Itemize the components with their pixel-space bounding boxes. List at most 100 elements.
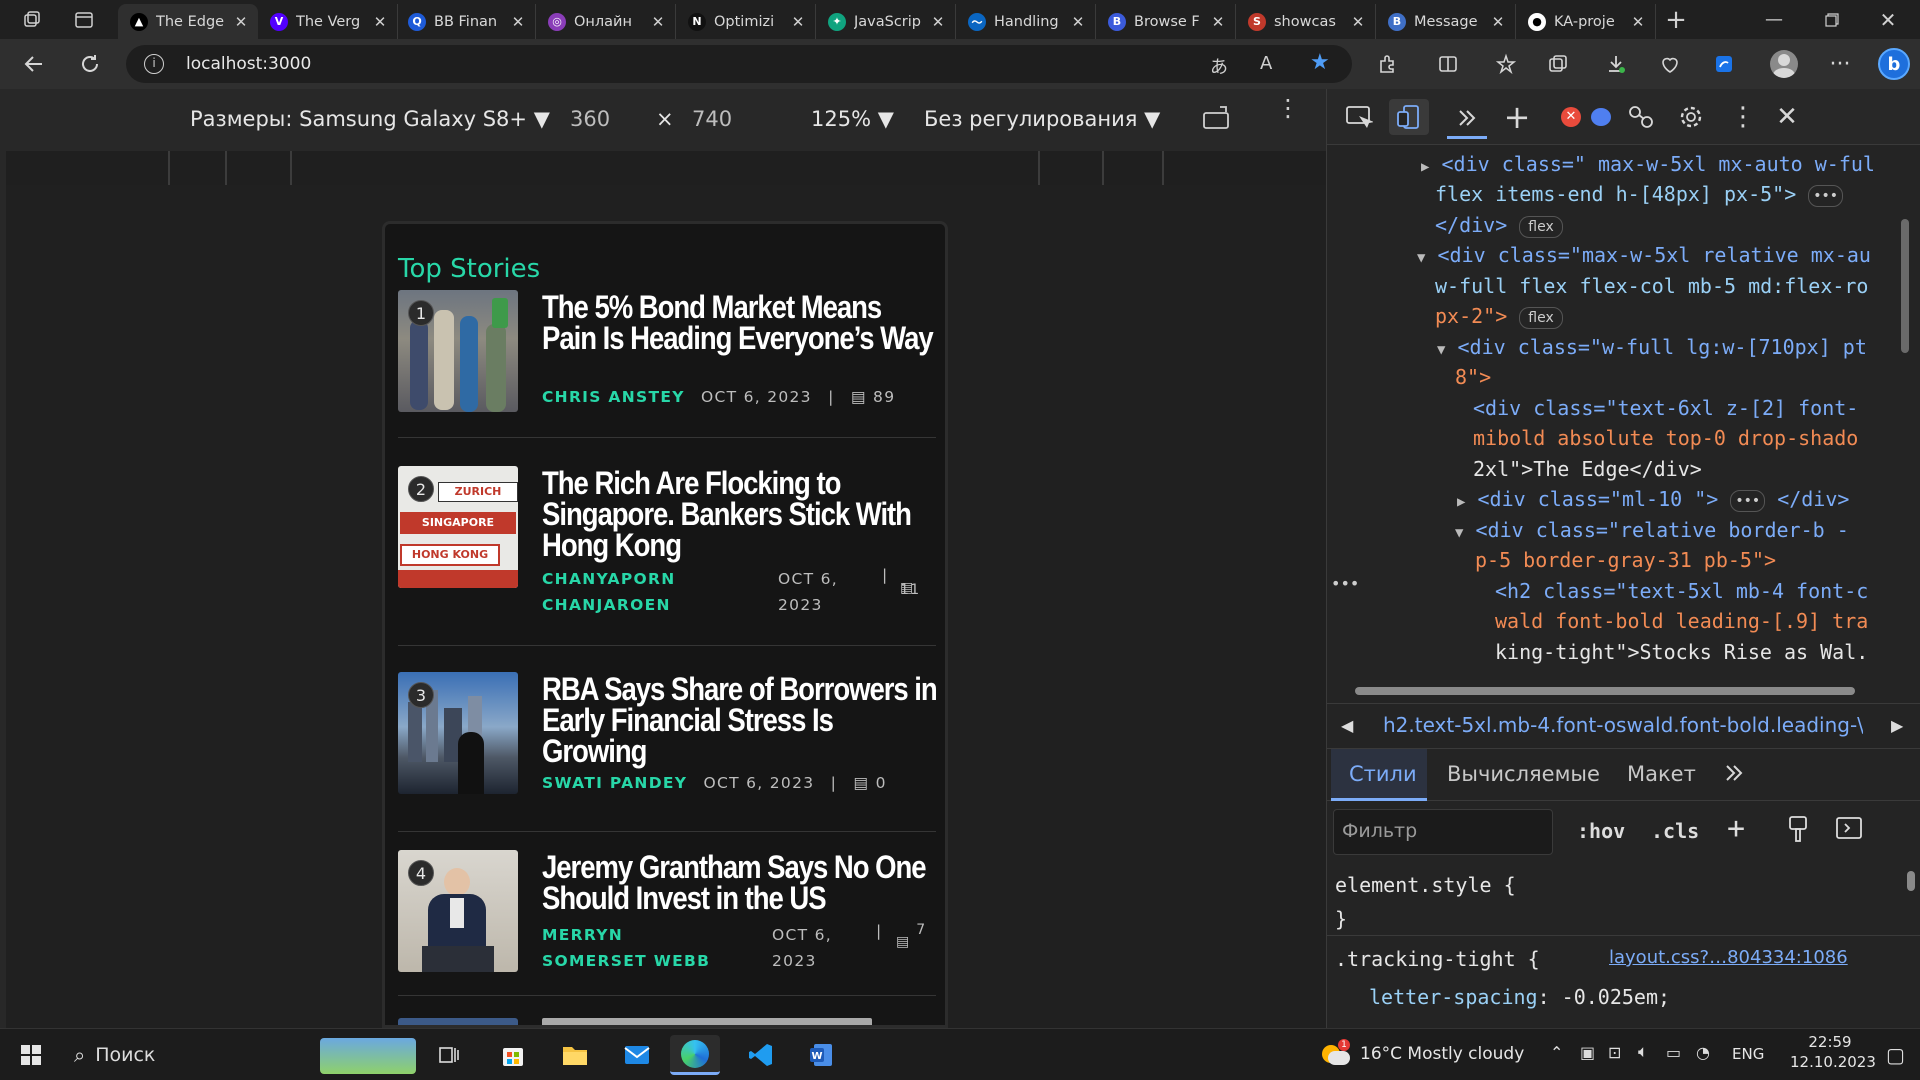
browser-tab[interactable]: ✦ JavaScrip ✕: [816, 4, 956, 39]
dom-node[interactable]: ▼ <div class="max-w-5xl relative mx-au: [1417, 240, 1871, 274]
close-tab-icon[interactable]: ✕: [1069, 13, 1087, 31]
dom-node[interactable]: flex items-end h-[48px] px-5"> •••: [1435, 179, 1844, 210]
read-aloud-icon[interactable]: A: [1260, 53, 1272, 74]
css-property[interactable]: letter-spacing: [1369, 985, 1538, 1009]
extensions-icon[interactable]: [1366, 39, 1410, 89]
address-bar[interactable]: i localhost:3000 あ A ★: [126, 45, 1352, 83]
close-tab-icon[interactable]: ✕: [371, 13, 389, 31]
close-tab-icon[interactable]: ✕: [789, 13, 807, 31]
css-value[interactable]: -0.025em;: [1562, 985, 1670, 1009]
sidebar-toggle-icon[interactable]: [1835, 815, 1863, 846]
dom-node[interactable]: </div> flex: [1435, 210, 1563, 241]
dom-node-selected[interactable]: king-tight">Stocks Rise as Wal.: [1495, 637, 1868, 668]
tab-styles[interactable]: Стили: [1349, 762, 1417, 786]
gear-icon[interactable]: [1671, 99, 1711, 135]
hov-toggle[interactable]: :hov: [1577, 819, 1625, 843]
performance-icon[interactable]: [1648, 39, 1692, 89]
browser-tab[interactable]: 〜 Handling ✕: [956, 4, 1096, 39]
dom-node[interactable]: ▶ <div class="ml-10 "> ••• </div>: [1457, 484, 1849, 518]
story-author[interactable]: SWATI PANDEY: [542, 774, 687, 792]
dom-node[interactable]: ▼ <div class="relative border-b -: [1455, 515, 1849, 549]
dom-node[interactable]: <div class="text-6xl z-[2] font-: [1473, 393, 1858, 424]
workspaces-icon[interactable]: [10, 0, 54, 39]
horizontal-scrollbar[interactable]: [1345, 687, 1905, 695]
width-input[interactable]: 360: [570, 107, 610, 131]
downloads-icon[interactable]: [1594, 39, 1638, 89]
url-text[interactable]: localhost:3000: [186, 54, 311, 74]
battery-icon[interactable]: ▭: [1666, 1043, 1681, 1062]
close-tab-icon[interactable]: ✕: [1489, 13, 1507, 31]
breadcrumb-path[interactable]: h2.text-5xl.mb-4.font-oswald.font-bold.l…: [1383, 713, 1863, 737]
browser-tab[interactable]: ● KA-proje ✕: [1516, 4, 1656, 39]
mail-icon[interactable]: [612, 1035, 662, 1075]
rule-declaration[interactable]: letter-spacing: -0.025em;: [1369, 985, 1670, 1009]
story-thumbnail[interactable]: [398, 1018, 518, 1025]
vscode-icon[interactable]: [736, 1035, 786, 1075]
settings-more-icon[interactable]: ···: [1818, 39, 1862, 89]
story-item[interactable]: 4 Jeremy Grantham Says No One Should Inv…: [398, 850, 936, 996]
new-rule-icon[interactable]: +: [1727, 811, 1745, 846]
favorite-star-icon[interactable]: ★: [1310, 50, 1330, 75]
collapse-arrow-icon[interactable]: ▼: [1455, 525, 1463, 541]
copilot-icon[interactable]: b: [1872, 39, 1916, 89]
new-tab-button[interactable]: +: [1654, 0, 1698, 39]
story-item[interactable]: ZURICH SINGAPORE HONG KONG 2 The Rich Ar…: [398, 466, 936, 646]
ruler-tick[interactable]: [1162, 151, 1164, 185]
flex-badge[interactable]: flex: [1519, 215, 1563, 238]
comment-count[interactable]: ▤ 11: [900, 566, 920, 598]
comment-count[interactable]: ▤ 0: [853, 774, 886, 792]
dom-node[interactable]: 8">: [1455, 362, 1491, 393]
browser-tab[interactable]: Q BB Finan ✕: [396, 4, 536, 39]
clock[interactable]: 22:59 12.10.2023: [1790, 1033, 1876, 1071]
close-devtools-icon[interactable]: ✕: [1767, 99, 1807, 135]
dom-node-selected[interactable]: <h2 class="text-5xl mb-4 font-c: [1495, 576, 1868, 607]
windows-start-icon[interactable]: [6, 1035, 56, 1075]
edge-taskbar-icon[interactable]: [670, 1035, 720, 1075]
taskbar-search[interactable]: ⌕ Поиск: [62, 1036, 422, 1074]
more-panels-icon[interactable]: [1447, 99, 1487, 139]
inspect-element-icon[interactable]: [1339, 99, 1379, 135]
close-window-button[interactable]: ✕: [1866, 0, 1910, 39]
cls-toggle[interactable]: .cls: [1651, 819, 1699, 843]
dom-node[interactable]: ▼ <div class="w-full lg:w-[710px] pt: [1437, 332, 1867, 366]
rotate-icon[interactable]: [1202, 105, 1232, 135]
close-tab-icon[interactable]: ✕: [1349, 13, 1367, 31]
wifi-icon[interactable]: ◔: [1696, 1043, 1710, 1062]
translate-icon[interactable]: あ: [1210, 53, 1228, 79]
maximize-button[interactable]: [1810, 0, 1854, 39]
volume-icon[interactable]: 🔈︎: [1638, 1042, 1648, 1062]
browser-tab[interactable]: V The Verg ✕: [258, 4, 398, 39]
language-indicator[interactable]: ENG: [1732, 1045, 1764, 1063]
flex-badge[interactable]: flex: [1519, 306, 1563, 329]
edge-drop-icon[interactable]: [1702, 39, 1746, 89]
dom-node[interactable]: ▶ <div class=" max-w-5xl mx-auto w-ful: [1421, 149, 1875, 183]
ruler-tick[interactable]: [290, 151, 292, 185]
styles-scrollbar[interactable]: [1907, 871, 1915, 891]
network-icon[interactable]: ⊡: [1608, 1043, 1621, 1062]
comment-count[interactable]: ▤ 7: [896, 922, 927, 950]
close-tab-icon[interactable]: ✕: [509, 13, 527, 31]
close-tab-icon[interactable]: ✕: [929, 13, 947, 31]
close-tab-icon[interactable]: ✕: [1629, 13, 1647, 31]
more-options-dots[interactable]: •••: [1331, 569, 1359, 600]
dom-node[interactable]: 2xl">The Edge</div>: [1473, 454, 1702, 485]
add-panel-icon[interactable]: +: [1497, 98, 1537, 136]
collections-icon[interactable]: [1536, 39, 1580, 89]
dimensions-select[interactable]: Размеры: Samsung Galaxy S8+ ▼: [190, 107, 550, 131]
story-item[interactable]: 1 The 5% Bond Market Means Pain Is Headi…: [398, 290, 936, 438]
browser-tab[interactable]: ▲ The Edge ✕: [118, 4, 258, 39]
close-tab-icon[interactable]: ✕: [232, 13, 250, 31]
split-screen-icon[interactable]: [1426, 39, 1470, 89]
story-headline[interactable]: Jeremy Grantham Says No One Should Inves…: [542, 851, 938, 914]
issues-icon[interactable]: [1581, 99, 1621, 135]
story-headline[interactable]: RBA Says Share of Borrowers in Early Fin…: [542, 673, 938, 767]
ruler-tick[interactable]: [225, 151, 227, 185]
tab-actions-icon[interactable]: [62, 0, 106, 39]
story-headline[interactable]: The Rich Are Flocking to Singapore. Bank…: [542, 467, 938, 561]
collapse-arrow-icon[interactable]: ▼: [1417, 250, 1425, 266]
collapse-arrow-icon[interactable]: ▼: [1437, 342, 1445, 358]
more-tabs-icon[interactable]: [1723, 762, 1745, 789]
word-icon[interactable]: W: [796, 1035, 846, 1075]
task-view-icon[interactable]: [424, 1035, 474, 1075]
collapsed-ellipsis[interactable]: •••: [1730, 489, 1766, 512]
